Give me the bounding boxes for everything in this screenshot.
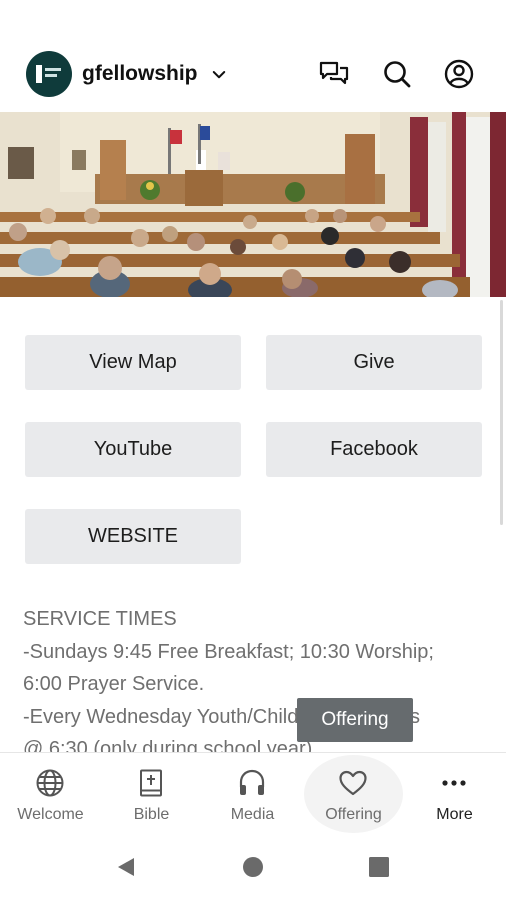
book-icon bbox=[140, 769, 162, 797]
back-icon[interactable] bbox=[114, 855, 138, 879]
chevron-down-icon[interactable] bbox=[210, 66, 228, 84]
hero-image bbox=[0, 112, 506, 297]
account-icon[interactable] bbox=[443, 58, 475, 90]
offering-tooltip: Offering bbox=[297, 698, 413, 742]
give-button[interactable]: Give bbox=[266, 335, 482, 390]
church-logo[interactable] bbox=[26, 51, 72, 97]
view-map-button[interactable]: View Map bbox=[25, 335, 241, 390]
nav-label: Bible bbox=[133, 806, 170, 823]
service-line: 6:00 Prayer Service. bbox=[23, 673, 205, 695]
nav-label: Offering bbox=[325, 806, 382, 823]
nav-label: Media bbox=[230, 806, 275, 823]
search-icon[interactable] bbox=[381, 58, 413, 90]
service-line: @ 6:30 (only during school year) bbox=[23, 738, 313, 753]
bottom-nav: Welcome Bible Media Offering More bbox=[0, 752, 506, 834]
recents-icon[interactable] bbox=[369, 857, 389, 877]
service-line: -Sundays 9:45 Free Breakfast; 10:30 Wors… bbox=[23, 640, 434, 663]
nav-label: More bbox=[436, 806, 473, 823]
more-icon bbox=[442, 780, 466, 786]
nav-media[interactable]: Media bbox=[202, 753, 303, 835]
home-icon[interactable] bbox=[242, 856, 264, 878]
youtube-button[interactable]: YouTube bbox=[25, 422, 241, 477]
nav-more[interactable]: More bbox=[404, 753, 505, 835]
service-times: SERVICE TIMES -Sundays 9:45 Free Breakfa… bbox=[23, 603, 493, 753]
headphones-icon bbox=[239, 769, 265, 795]
service-line: -Every Wednesday Youth/Children's servic… bbox=[23, 705, 420, 728]
heart-icon bbox=[339, 770, 367, 796]
chat-icon[interactable] bbox=[318, 58, 350, 90]
service-times-heading: SERVICE TIMES bbox=[23, 608, 177, 630]
system-nav-bar bbox=[0, 834, 506, 900]
app-header: gfellowship bbox=[0, 0, 506, 112]
nav-label: Welcome bbox=[17, 806, 84, 823]
logo-mark bbox=[36, 65, 42, 83]
scrollbar[interactable] bbox=[500, 300, 503, 525]
nav-welcome[interactable]: Welcome bbox=[0, 753, 101, 835]
app-name[interactable]: gfellowship bbox=[82, 62, 198, 86]
facebook-button[interactable]: Facebook bbox=[266, 422, 482, 477]
nav-offering[interactable]: Offering bbox=[303, 753, 404, 835]
nav-bible[interactable]: Bible bbox=[101, 753, 202, 835]
congregation-photo bbox=[0, 112, 506, 297]
website-button[interactable]: WEBSITE bbox=[25, 509, 241, 564]
globe-icon bbox=[36, 769, 64, 797]
